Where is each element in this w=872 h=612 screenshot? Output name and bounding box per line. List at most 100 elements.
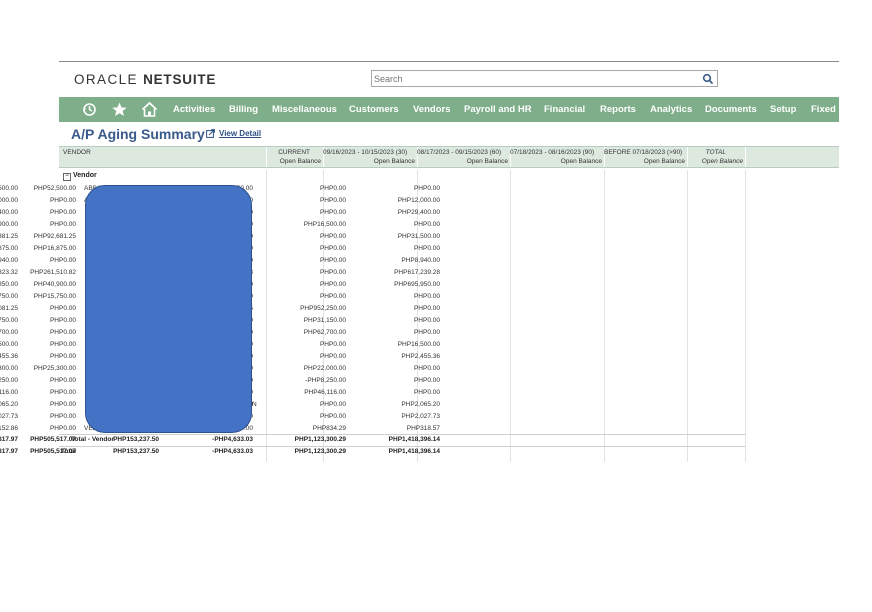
- open-balance-cell[interactable]: PHP40,900.00: [34, 281, 76, 288]
- nav-analytics[interactable]: Analytics: [650, 104, 692, 115]
- open-balance-cell[interactable]: PHP0.00: [50, 341, 76, 348]
- open-balance-cell[interactable]: PHP0.00: [50, 209, 76, 216]
- nav-documents[interactable]: Documents: [705, 104, 757, 115]
- column-header-90[interactable]: 07/18/2023 - 08/16/2023 (90): [510, 149, 594, 156]
- open-balance-cell[interactable]: PHP31,900.00: [0, 221, 18, 228]
- open-balance-cell[interactable]: PHP0.00: [50, 257, 76, 264]
- open-balance-cell[interactable]: PHP15,750.00: [34, 293, 76, 300]
- open-balance-cell[interactable]: PHP16,500.00: [0, 341, 18, 348]
- open-balance-cell[interactable]: PHP16,500.00: [398, 341, 440, 348]
- open-balance-cell[interactable]: PHP0.00: [320, 401, 346, 408]
- open-balance-cell[interactable]: PHP52,500.00: [0, 185, 18, 192]
- open-balance-cell[interactable]: PHP0.00: [414, 305, 440, 312]
- open-balance-cell[interactable]: PHP29,400.00: [0, 209, 18, 216]
- open-balance-cell[interactable]: PHP0.00: [414, 317, 440, 324]
- open-balance-cell[interactable]: PHP15,750.00: [0, 293, 18, 300]
- column-header-30[interactable]: 09/16/2023 - 10/15/2023 (30): [323, 149, 407, 156]
- open-balance-cell[interactable]: PHP0.00: [320, 209, 346, 216]
- view-detail-link[interactable]: View Detail: [206, 129, 261, 138]
- open-balance-cell[interactable]: PHP62,700.00: [304, 329, 346, 336]
- nav-miscellaneous[interactable]: Miscellaneous: [272, 104, 337, 115]
- vendor-group-header[interactable]: − Vendor: [63, 172, 97, 181]
- open-balance-cell[interactable]: PHP22,000.00: [304, 365, 346, 372]
- column-header-current[interactable]: CURRENT: [278, 149, 310, 156]
- open-balance-cell[interactable]: PHP0.00: [320, 257, 346, 264]
- nav-financial[interactable]: Financial: [544, 104, 585, 115]
- netsuite-logo[interactable]: ORACLE NETSUITE: [74, 72, 216, 87]
- open-balance-cell[interactable]: PHP1,645,081.25: [0, 305, 18, 312]
- recent-history-icon[interactable]: [81, 101, 98, 118]
- open-balance-cell[interactable]: PHP0.00: [320, 185, 346, 192]
- open-balance-cell[interactable]: PHP261,510.82: [30, 269, 76, 276]
- open-balance-cell[interactable]: PHP29,400.00: [398, 209, 440, 216]
- open-balance-cell[interactable]: PHP0.00: [320, 197, 346, 204]
- open-balance-cell[interactable]: PHP46,116.00: [304, 389, 346, 396]
- open-balance-cell[interactable]: PHP0.00: [50, 401, 76, 408]
- open-balance-cell[interactable]: PHP2,027.73: [401, 413, 440, 420]
- nav-fixed[interactable]: Fixed: [811, 104, 836, 115]
- open-balance-cell[interactable]: PHP0.00: [320, 353, 346, 360]
- open-balance-cell[interactable]: PHP695,950.00: [394, 281, 440, 288]
- open-balance-cell[interactable]: PHP0.00: [414, 389, 440, 396]
- open-balance-cell[interactable]: PHP0.00: [414, 221, 440, 228]
- open-balance-cell[interactable]: PHP2,065.20: [0, 401, 18, 408]
- open-balance-cell[interactable]: PHP8,940.00: [401, 257, 440, 264]
- column-header-over-90[interactable]: BEFORE 07/18/2023 (>90): [604, 149, 682, 156]
- open-balance-cell[interactable]: PHP0.00: [320, 269, 346, 276]
- open-balance-cell[interactable]: PHP0.00: [50, 377, 76, 384]
- open-balance-cell[interactable]: PHP92,681.25: [34, 233, 76, 240]
- open-balance-cell[interactable]: -PHP8,250.00: [305, 377, 346, 384]
- star-icon[interactable]: [111, 101, 128, 118]
- nav-payroll-and-hr[interactable]: Payroll and HR: [464, 104, 532, 115]
- nav-setup[interactable]: Setup: [770, 104, 796, 115]
- open-balance-cell[interactable]: PHP318.57: [407, 425, 440, 432]
- open-balance-cell[interactable]: PHP8,940.00: [0, 257, 18, 264]
- open-balance-cell[interactable]: PHP834.29: [313, 425, 346, 432]
- nav-activities[interactable]: Activities: [173, 104, 215, 115]
- open-balance-cell[interactable]: PHP2,455.36: [401, 353, 440, 360]
- open-balance-cell[interactable]: PHP0.00: [320, 233, 346, 240]
- open-balance-cell[interactable]: PHP16,875.00: [0, 245, 18, 252]
- home-icon[interactable]: [141, 101, 158, 118]
- open-balance-cell[interactable]: PHP12,000.00: [398, 197, 440, 204]
- nav-vendors[interactable]: Vendors: [413, 104, 451, 115]
- open-balance-cell[interactable]: PHP16,500.00: [304, 221, 346, 228]
- open-balance-cell[interactable]: PHP0.00: [50, 317, 76, 324]
- open-balance-cell[interactable]: PHP0.00: [414, 329, 440, 336]
- open-balance-cell[interactable]: PHP2,455.36: [0, 353, 18, 360]
- open-balance-cell[interactable]: PHP736,850.00: [0, 281, 18, 288]
- global-search[interactable]: [371, 70, 718, 87]
- open-balance-cell[interactable]: PHP0.00: [320, 281, 346, 288]
- collapse-icon[interactable]: −: [63, 173, 71, 181]
- open-balance-cell[interactable]: PHP31,150.00: [304, 317, 346, 324]
- open-balance-cell[interactable]: PHP0.00: [414, 293, 440, 300]
- open-balance-cell[interactable]: PHP52,500.00: [34, 185, 76, 192]
- open-balance-cell[interactable]: PHP2,027.73: [0, 413, 18, 420]
- open-balance-cell[interactable]: PHP148,381.25: [0, 233, 18, 240]
- search-icon[interactable]: [702, 73, 714, 85]
- open-balance-cell[interactable]: PHP0.00: [320, 245, 346, 252]
- open-balance-cell[interactable]: PHP0.00: [414, 377, 440, 384]
- open-balance-cell[interactable]: PHP0.00: [50, 197, 76, 204]
- open-balance-cell[interactable]: PHP617,239.28: [394, 269, 440, 276]
- open-balance-cell[interactable]: PHP0.00: [414, 365, 440, 372]
- open-balance-cell[interactable]: PHP2,065.20: [401, 401, 440, 408]
- nav-reports[interactable]: Reports: [600, 104, 636, 115]
- grand-total-row[interactable]: Total PHP1,418,396.14 PHP1,123,300.29 -PHP4…: [0, 447, 839, 459]
- open-balance-cell[interactable]: PHP0.00: [414, 245, 440, 252]
- open-balance-cell[interactable]: PHP0.00: [320, 413, 346, 420]
- open-balance-cell[interactable]: PHP0.00: [320, 293, 346, 300]
- column-header-total[interactable]: TOTAL: [706, 149, 726, 156]
- open-balance-cell[interactable]: PHP43,750.00: [0, 317, 18, 324]
- open-balance-cell[interactable]: PHP1,152.86: [0, 425, 18, 432]
- open-balance-cell[interactable]: PHP0.00: [50, 329, 76, 336]
- open-balance-cell[interactable]: PHP12,000.00: [0, 197, 18, 204]
- open-balance-cell[interactable]: PHP0.00: [50, 221, 76, 228]
- open-balance-cell[interactable]: PHP0.00: [320, 341, 346, 348]
- open-balance-cell[interactable]: PHP0.00: [50, 413, 76, 420]
- column-header-vendor[interactable]: VENDOR: [63, 149, 91, 156]
- open-balance-cell[interactable]: PHP25,300.00: [34, 365, 76, 372]
- open-balance-cell[interactable]: PHP47,300.00: [0, 365, 18, 372]
- open-balance-cell[interactable]: PHP0.00: [414, 185, 440, 192]
- open-balance-cell[interactable]: PHP46,116.00: [0, 389, 18, 396]
